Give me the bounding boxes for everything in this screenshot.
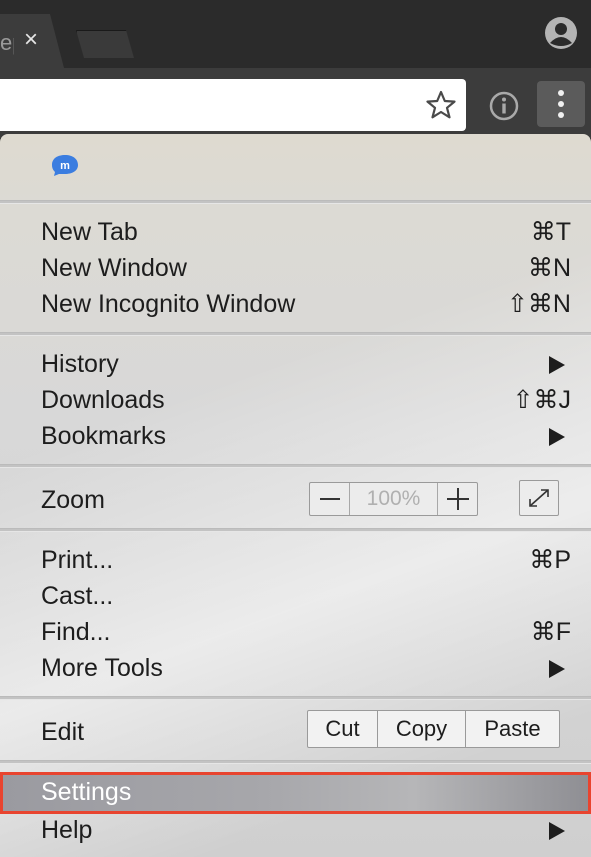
menu-item-label: More Tools [41, 654, 163, 682]
tab-close-button[interactable]: × [24, 28, 38, 52]
triangle-right-icon [549, 356, 565, 374]
browser-main-menu: m New Tab ⌘T New Window ⌘N New Incognito… [0, 134, 591, 857]
triangle-right-icon [549, 428, 565, 446]
menu-item-zoom: Zoom 100% [0, 476, 591, 522]
menu-item-label: Cast... [41, 582, 114, 610]
shortcut-label: ⌘F [530, 618, 571, 646]
zoom-in-button[interactable] [437, 483, 477, 515]
menu-item-bookmarks[interactable]: Bookmarks [0, 418, 591, 454]
menu-item-label: Downloads [41, 386, 165, 414]
menu-item-label: Bookmarks [41, 422, 167, 450]
zoom-out-button[interactable] [310, 483, 350, 515]
separator [0, 760, 591, 764]
info-icon[interactable] [488, 90, 520, 122]
menu-item-label: Print... [41, 546, 114, 574]
new-tab-button[interactable] [76, 30, 134, 58]
shortcut-label: ⌘P [529, 546, 571, 574]
menu-item-label: New Incognito Window [41, 290, 296, 318]
menu-item-new-window[interactable]: New Window ⌘N [0, 250, 591, 286]
menu-item-label: New Window [41, 254, 187, 282]
tab-title: ep [0, 30, 14, 55]
shortcut-label: ⌘N [527, 254, 571, 282]
address-bar[interactable] [0, 79, 466, 131]
separator [0, 464, 591, 468]
menu-item-label: Settings [41, 778, 132, 806]
toolbar [0, 68, 591, 138]
three-dots-icon-dot [558, 101, 564, 107]
paste-button[interactable]: Paste [466, 711, 559, 747]
menu-item-new-incognito-window[interactable]: New Incognito Window ⇧⌘N [0, 286, 591, 322]
menu-item-label: History [41, 350, 119, 378]
menu-item-label: New Tab [41, 218, 138, 246]
separator [0, 200, 591, 204]
edit-controls: Cut Copy Paste [307, 710, 560, 748]
menu-item-more-tools[interactable]: More Tools [0, 650, 591, 686]
menu-item-help[interactable]: Help [0, 812, 591, 848]
separator [0, 528, 591, 532]
minus-icon [320, 498, 340, 500]
copy-button[interactable]: Copy [378, 711, 466, 747]
menu-item-print[interactable]: Print... ⌘P [0, 542, 591, 578]
fullscreen-button[interactable] [519, 480, 559, 516]
star-icon[interactable] [426, 90, 456, 120]
menu-item-edit: Edit Cut Copy Paste [0, 708, 591, 756]
menu-item-settings[interactable]: Settings [0, 772, 591, 814]
menu-item-new-tab[interactable]: New Tab ⌘T [0, 214, 591, 250]
plus-icon [447, 488, 469, 510]
shortcut-label: ⌘T [530, 218, 571, 246]
menu-item-label: Zoom [41, 486, 105, 514]
profile-icon[interactable] [544, 16, 578, 50]
svg-text:m: m [60, 160, 70, 172]
m-extension-icon[interactable]: m [48, 153, 80, 177]
tab-strip: ep × [0, 0, 591, 68]
zoom-level: 100% [366, 487, 421, 510]
shortcut-label: ⇧⌘N [506, 290, 571, 318]
separator [0, 332, 591, 336]
fullscreen-icon [529, 489, 549, 507]
three-dots-icon [558, 90, 564, 96]
three-dots-menu-button[interactable] [537, 81, 585, 127]
menu-item-label: Help [41, 816, 93, 844]
menu-item-find[interactable]: Find... ⌘F [0, 614, 591, 650]
cut-button[interactable]: Cut [308, 711, 378, 747]
triangle-right-icon [549, 660, 565, 678]
menu-item-label: Find... [41, 618, 111, 646]
shortcut-label: ⇧⌘J [512, 386, 571, 414]
separator [0, 696, 591, 700]
menu-item-label: Edit [41, 718, 85, 746]
triangle-right-icon [549, 822, 565, 840]
three-dots-icon-dot [558, 112, 564, 118]
menu-item-history[interactable]: History [0, 346, 591, 382]
menu-item-cast[interactable]: Cast... [0, 578, 591, 614]
zoom-control: 100% [309, 482, 478, 516]
extensions-row: m [0, 134, 591, 200]
menu-item-downloads[interactable]: Downloads ⇧⌘J [0, 382, 591, 418]
